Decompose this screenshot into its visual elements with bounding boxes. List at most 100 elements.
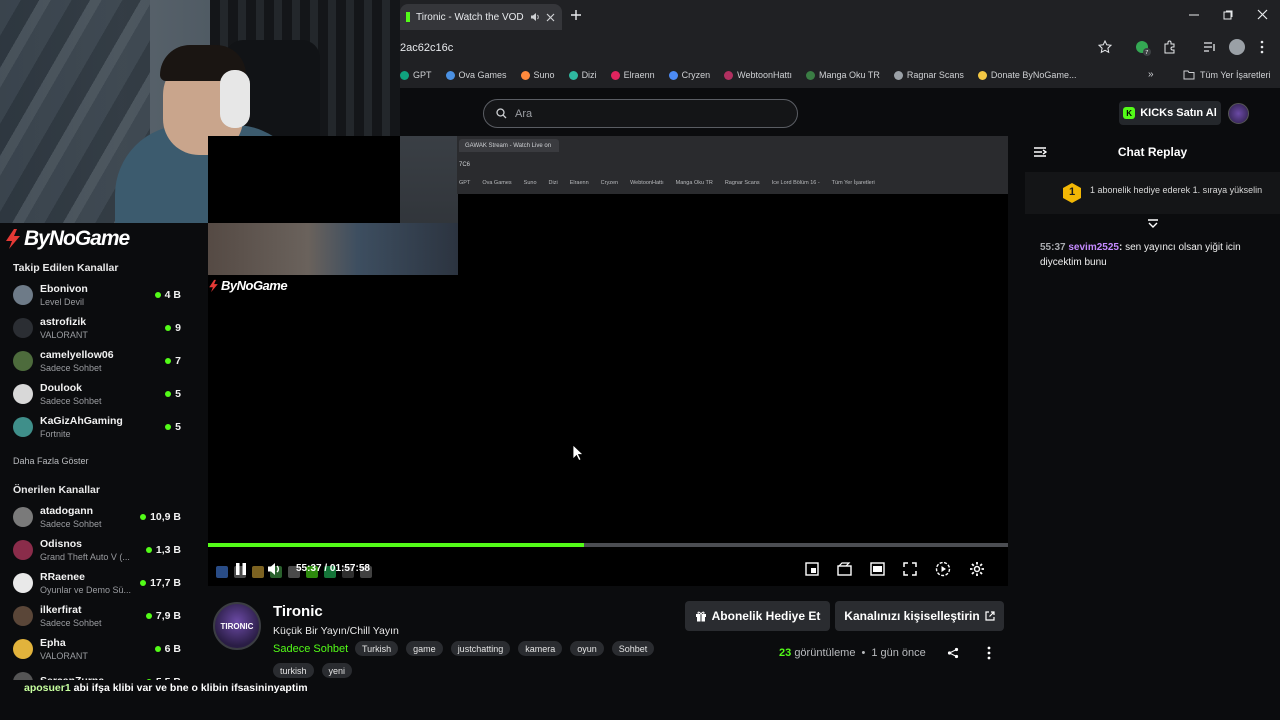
stream-tag[interactable]: game <box>406 641 443 656</box>
stream-tag[interactable]: kamera <box>518 641 563 656</box>
speaker-icon[interactable] <box>530 12 540 22</box>
channel-avatar-icon <box>13 573 33 593</box>
ticker-message: aposuer1 abi ifşa klibi var ve bne o kli… <box>24 682 308 694</box>
buy-kicks-label: KICKs Satın Al <box>1140 107 1217 119</box>
bookmark-item[interactable]: Cryzen <box>668 70 710 80</box>
stream-tag[interactable]: oyun <box>570 641 604 656</box>
browser-menu-icon[interactable] <box>1259 40 1265 54</box>
stream-tag[interactable]: justchatting <box>450 641 511 656</box>
viewer-count-value: 5 <box>175 388 181 400</box>
channel-name: Odisnos <box>40 538 83 550</box>
sidebar-channel-item[interactable]: camelyellow06 Sadece Sohbet 7 <box>13 346 181 376</box>
customize-channel-button[interactable]: Kanalınızı kişiselleştirin <box>835 601 1004 631</box>
bookmark-item[interactable]: Manga Oku TR <box>805 70 880 80</box>
buy-kicks-button[interactable]: K KICKs Satın Al <box>1119 101 1221 125</box>
bookmark-label: Ragnar Scans <box>906 70 964 80</box>
playback-speed-icon[interactable] <box>935 561 951 577</box>
channel-avatar[interactable]: TIRONIC <box>213 602 261 650</box>
settings-gear-icon[interactable] <box>969 561 985 577</box>
bookmark-item[interactable]: Dizi <box>568 70 597 80</box>
bookmark-label: GPT <box>413 70 432 80</box>
browser-tab[interactable]: Tironic - Watch the VOD on <box>400 4 562 30</box>
sidebar-channel-item[interactable]: Epha VALORANT 6 B <box>13 634 181 664</box>
bookmark-item[interactable]: Ova Games <box>445 70 507 80</box>
theater-mode-icon[interactable] <box>870 562 885 576</box>
bynogame-logo[interactable]: ByNoGame <box>4 227 130 251</box>
share-icon[interactable] <box>947 647 959 659</box>
bookmark-favicon-icon <box>893 70 903 80</box>
mini-player-icon[interactable] <box>805 562 819 576</box>
bookmark-star-icon[interactable] <box>1098 40 1112 54</box>
channel-name: Doulook <box>40 382 82 394</box>
channel-name: astrofizik <box>40 316 87 328</box>
extensions-puzzle-icon[interactable] <box>1163 40 1177 54</box>
user-avatar[interactable] <box>1228 103 1249 124</box>
bookmark-item[interactable]: GPT <box>400 70 432 80</box>
inner-bookmark-label: Elraenn <box>569 180 589 186</box>
chat-title: Chat Replay <box>1117 145 1188 159</box>
extension-shield-icon[interactable]: 7 <box>1135 40 1151 56</box>
sidebar-channel-item[interactable]: RRaenee Oyunlar ve Demo Sü... 17,7 B <box>13 568 181 598</box>
maximize-icon[interactable] <box>1223 10 1233 20</box>
video-player[interactable] <box>208 136 1008 586</box>
bookmark-item[interactable]: Donate ByNoGame... <box>977 70 1076 80</box>
viewer-count-value: 1,3 B <box>155 544 181 556</box>
sidebar-channel-item[interactable]: Odisnos Grand Theft Auto V (... 1,3 B <box>13 535 181 565</box>
chat-message-user[interactable]: sevim2525 <box>1068 242 1119 253</box>
bynogame-logo-text: ByNoGame <box>24 227 130 250</box>
inner-bookmark-label: Dizi <box>548 180 558 186</box>
tab-close-icon[interactable] <box>546 13 555 22</box>
viewer-count: 7 <box>165 355 181 367</box>
time-ago: 1 gün önce <box>871 647 926 659</box>
search-input[interactable]: Ara <box>483 99 798 128</box>
gift-subscription-button[interactable]: Abonelik Hediye Et <box>685 601 830 631</box>
stream-tag[interactable]: turkish <box>273 663 314 678</box>
window-close-icon[interactable] <box>1257 9 1268 20</box>
bookmark-favicon-icon <box>805 70 815 80</box>
stream-tag[interactable]: yeni <box>321 663 353 678</box>
sidebar-channel-item[interactable]: atadogann Sadece Sohbet 10,9 B <box>13 502 181 532</box>
more-options-icon[interactable] <box>986 646 992 660</box>
clip-icon[interactable] <box>837 562 852 576</box>
inner-bynogame-logo: ByNoGame <box>208 278 288 293</box>
minimize-icon[interactable] <box>1188 10 1200 20</box>
all-bookmarks[interactable]: Tüm Yer İşaretleri <box>1183 66 1271 84</box>
sidebar-channel-item[interactable]: Ebonivon Level Devil 4 B <box>13 280 181 310</box>
sidebar-channel-item[interactable]: ilkerfirat Sadece Sohbet 7,9 B <box>13 601 181 631</box>
profile-avatar[interactable] <box>1229 39 1245 55</box>
bookmark-item[interactable]: Ragnar Scans <box>893 70 964 80</box>
search-placeholder: Ara <box>515 107 533 120</box>
volume-icon[interactable] <box>266 561 282 577</box>
address-bar[interactable]: 2ac62c16c <box>400 34 1120 62</box>
video-timecode: 55:37 / 01:57:58 <box>296 563 370 574</box>
media-control-icon[interactable] <box>1203 41 1217 53</box>
channel-category: Sadece Sohbet <box>40 396 102 406</box>
live-dot-icon <box>154 292 161 298</box>
stream-tag[interactable]: Turkish <box>355 641 399 656</box>
viewer-count: 5 <box>165 388 181 400</box>
sidebar-channel-item[interactable]: KaGizAhGaming Fortnite 5 <box>13 412 181 442</box>
stream-tag[interactable]: Sohbet <box>611 641 655 656</box>
rank-badge-icon: 1 <box>1062 182 1082 204</box>
bookmark-label: Ova Games <box>458 70 507 80</box>
viewer-count: 4 B <box>154 289 181 301</box>
bookmark-item[interactable]: WebtoonHattı <box>724 70 792 80</box>
show-more-link[interactable]: Daha Fazla Göster <box>13 456 89 466</box>
bookmark-item[interactable]: Elraenn <box>610 70 655 80</box>
scroll-chevron-icon[interactable] <box>1147 219 1159 229</box>
tags-row: Turkish game justchatting kamera oyun Sohbet <box>355 641 655 656</box>
viewer-count-value: 9 <box>175 322 181 334</box>
channel-name[interactable]: Tironic <box>273 603 323 620</box>
chat-message-time: 55:37 <box>1040 242 1066 253</box>
sidebar-channel-item[interactable]: Doulook Sadece Sohbet 5 <box>13 379 181 409</box>
inner-logo-icon <box>209 279 218 292</box>
fullscreen-icon[interactable] <box>903 562 917 576</box>
new-tab-icon[interactable] <box>570 9 582 21</box>
stream-category[interactable]: Sadece Sohbet <box>273 643 348 655</box>
bookmarks-overflow-icon[interactable]: » <box>1148 69 1154 80</box>
channel-category: VALORANT <box>40 330 88 340</box>
pause-icon[interactable] <box>234 562 248 576</box>
sidebar-channel-item[interactable]: astrofizik VALORANT 9 <box>13 313 181 343</box>
channel-avatar-icon <box>13 417 33 437</box>
bookmark-item[interactable]: Suno <box>520 70 555 80</box>
